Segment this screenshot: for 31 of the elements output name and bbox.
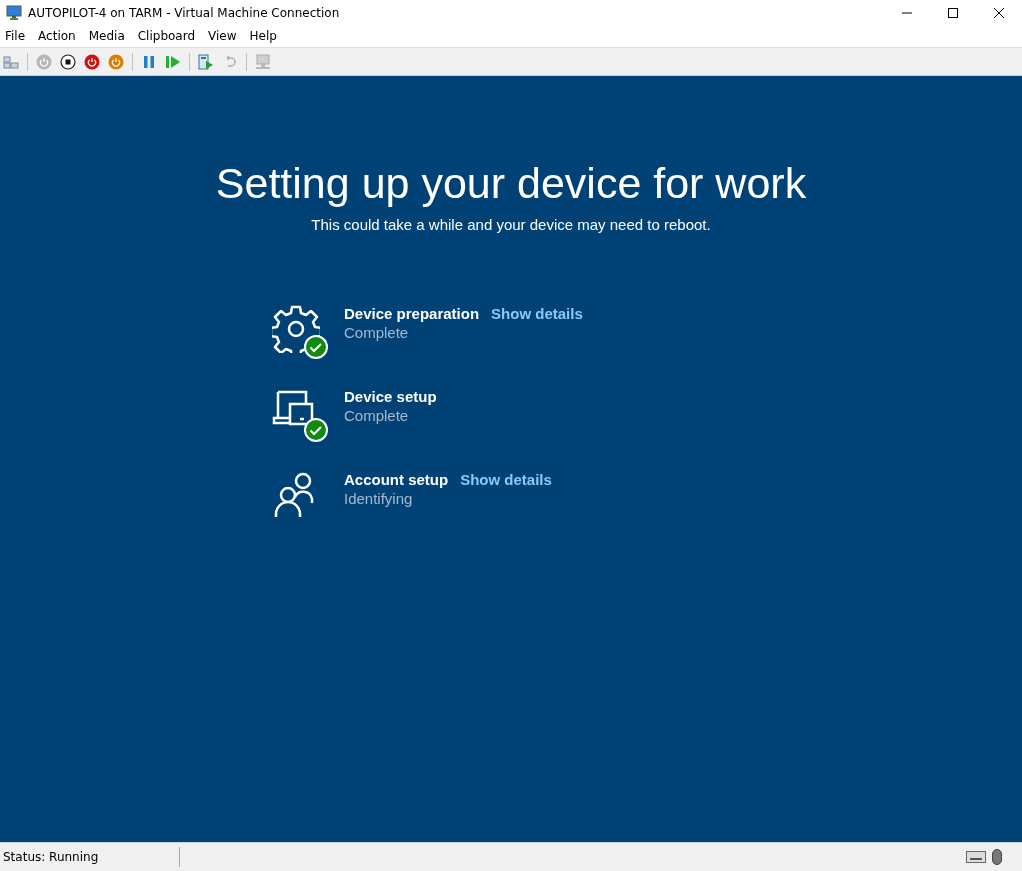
step-status: Identifying (344, 490, 414, 507)
monitor-icon (6, 4, 22, 21)
pause-icon[interactable] (141, 53, 157, 70)
stop-icon[interactable] (60, 53, 76, 70)
mouse-icon (992, 849, 1002, 865)
window-title: AUTOPILOT-4 on TARM - Virtual Machine Connection (28, 5, 341, 20)
show-details-link[interactable]: Show details (491, 305, 583, 322)
menu-item[interactable]: Media (88, 29, 125, 43)
page-heading: Setting up your device for work (215, 158, 807, 208)
menu-item[interactable]: Action (38, 29, 76, 43)
step-status: Complete (344, 324, 410, 341)
subtitle: This could take a while and your device may need to reboot. (311, 216, 711, 233)
menu-item[interactable]: Clipboard (137, 29, 196, 43)
show-details-link[interactable]: Show details (460, 471, 552, 488)
step-status: Complete (344, 407, 410, 424)
play-icon[interactable] (165, 53, 181, 70)
maximize-icon[interactable] (948, 7, 958, 18)
menu-item[interactable]: View (208, 29, 237, 43)
keyboard-keys-icon[interactable] (3, 53, 19, 70)
close-icon[interactable] (994, 7, 1004, 18)
keyboard-icon (966, 851, 986, 863)
step-name: Device setup (344, 388, 437, 405)
menu-item[interactable]: Help (249, 29, 277, 43)
power-icon[interactable] (84, 53, 100, 70)
power-icon[interactable] (108, 53, 124, 70)
menu-item[interactable]: File (5, 29, 26, 43)
step-name: Account setup (344, 471, 449, 488)
server-play-icon[interactable] (198, 53, 214, 70)
step-name: Device preparation (344, 305, 480, 322)
gear-icon (272, 305, 320, 353)
status-text: Status: Running (2, 850, 100, 864)
